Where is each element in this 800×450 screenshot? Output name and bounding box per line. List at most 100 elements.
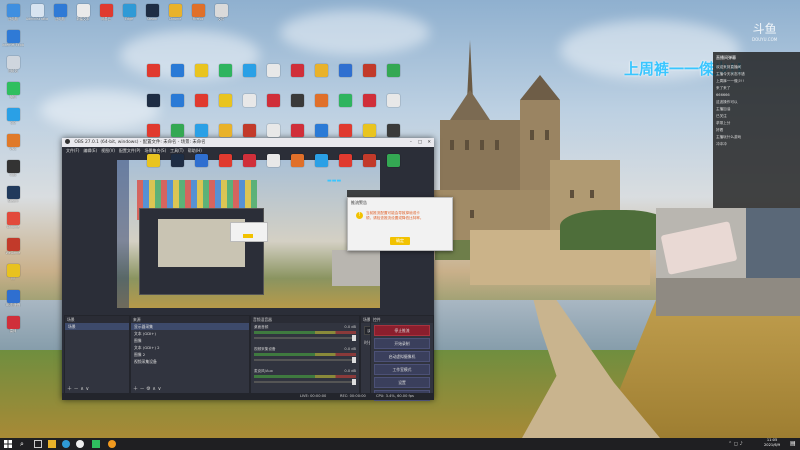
desktop-icon[interactable] [382,154,404,178]
move-down-icon[interactable]: ∨ [158,386,162,392]
source-item[interactable]: 视频采集设备 [131,358,249,365]
volume-slider[interactable] [254,379,356,385]
file-explorer-icon[interactable] [48,440,56,448]
desktop-icon[interactable]: 文件 [210,4,232,28]
desktop-icon[interactable] [214,124,236,148]
desktop-icon[interactable] [238,64,260,88]
desktop-icon[interactable]: UU加速器 [2,290,24,314]
desktop-icon[interactable]: Firefox [187,4,209,28]
menu-item[interactable]: 工具(T) [170,148,184,153]
edge-icon[interactable] [62,440,70,448]
maximize-button[interactable]: □ [418,138,422,147]
menu-item[interactable]: 编辑(E) [83,148,97,153]
source-item[interactable]: 图像 2 [131,351,249,358]
desktop-icon[interactable] [334,124,356,148]
volume-slider[interactable] [254,357,356,363]
desktop-icon[interactable]: VNC [2,134,24,158]
volume-slider-handle[interactable] [352,379,356,385]
close-button[interactable]: ✕ [427,138,431,147]
source-item[interactable]: 图像 [131,337,249,344]
desktop-icon[interactable] [334,94,356,118]
desktop-icon[interactable] [310,94,332,118]
desktop-icon[interactable] [142,94,164,118]
desktop-icon[interactable] [358,94,380,118]
control-button[interactable]: 停止推流 [374,325,430,336]
desktop-icon[interactable]: Steam [141,4,163,28]
desktop-icon[interactable]: 雷神 [2,316,24,340]
desktop-icon[interactable] [262,124,284,148]
desktop-icon[interactable]: Administ rator [26,4,48,28]
control-button[interactable]: 工作室模式 [374,364,430,375]
desktop-icon[interactable] [214,94,236,118]
notification-icon[interactable]: ▤ [790,440,797,447]
add-scene-icon[interactable]: ＋ [67,386,72,392]
desktop-icon[interactable]: Steam [2,186,24,210]
desktop-icon[interactable] [238,94,260,118]
desktop-icon[interactable] [166,94,188,118]
desktop-icon[interactable] [262,154,284,178]
menu-item[interactable]: 文件(F) [66,148,79,153]
desktop-icon[interactable] [190,94,212,118]
douyu-icon[interactable] [108,440,116,448]
desktop-icon[interactable]: QQ [2,108,24,132]
desktop-icon[interactable]: WeGame [2,238,24,262]
desktop-icon[interactable] [382,124,404,148]
clock[interactable]: 11:05 2021/6/9 [764,438,780,448]
wechat-icon[interactable] [92,440,100,448]
desktop-icon[interactable]: Internet Explorer [2,30,24,54]
menu-item[interactable]: 视图(V) [101,148,115,153]
desktop-icon[interactable] [334,154,356,178]
desktop-icon[interactable] [214,64,236,88]
move-up-icon[interactable]: ∧ [80,386,84,392]
desktop-icon[interactable]: Chrome [2,212,24,236]
desktop-icon[interactable] [358,154,380,178]
desktop-icon[interactable]: 回收站 [2,56,24,80]
desktop-icon[interactable] [334,64,356,88]
desktop-icon[interactable]: OBS [2,160,24,184]
volume-slider[interactable] [254,335,356,341]
desktop-icon[interactable]: 此电脑 [2,4,24,28]
move-up-icon[interactable]: ∧ [152,386,156,392]
obs-taskbar-icon[interactable] [76,440,84,448]
desktop-icon[interactable]: Edge [118,4,140,28]
control-button[interactable]: 开始录制 [374,338,430,349]
desktop-icon[interactable] [238,154,260,178]
desktop-icon[interactable] [190,154,212,178]
control-button[interactable]: 设置 [374,377,430,388]
desktop-icon[interactable] [310,154,332,178]
desktop-icon[interactable]: Chrome [164,4,186,28]
desktop-icon[interactable]: 网易云 [95,4,117,28]
menu-item[interactable]: 场景集合(S) [144,148,166,153]
desktop-icon[interactable]: 微信 [2,82,24,106]
desktop-icon[interactable] [382,64,404,88]
menu-item[interactable]: 帮助(H) [188,148,202,153]
move-down-icon[interactable]: ∨ [85,386,89,392]
desktop-icon[interactable] [262,64,284,88]
desktop-icon[interactable] [142,124,164,148]
desktop-icon[interactable] [190,124,212,148]
desktop-icon[interactable] [310,124,332,148]
add-source-icon[interactable]: ＋ [133,386,138,392]
remove-source-icon[interactable]: － [140,386,145,392]
obs-preview-canvas[interactable]: ▬▬▬ [117,160,380,308]
desktop-icon[interactable] [358,124,380,148]
menu-item[interactable]: 配置文件(P) [119,148,141,153]
desktop-icon[interactable] [142,154,164,178]
desktop-icon[interactable] [190,64,212,88]
desktop-icon[interactable] [238,124,260,148]
search-icon[interactable]: ⌕ [20,440,28,448]
desktop-icon[interactable] [142,64,164,88]
desktop-icon[interactable] [286,124,308,148]
desktop-icon[interactable]: 此电脑 [49,4,71,28]
desktop-icon[interactable] [286,94,308,118]
desktop-icon[interactable] [166,64,188,88]
start-icon[interactable] [4,440,12,448]
desktop-icon[interactable] [286,154,308,178]
task-view-icon[interactable] [34,440,42,448]
desktop-icon[interactable] [382,94,404,118]
volume-slider-handle[interactable] [352,357,356,363]
remove-scene-icon[interactable]: － [74,386,79,392]
dialog-ok-button[interactable]: 确定 [390,237,410,245]
desktop-icon[interactable] [166,124,188,148]
source-item[interactable]: 显示器采集 [131,323,249,330]
